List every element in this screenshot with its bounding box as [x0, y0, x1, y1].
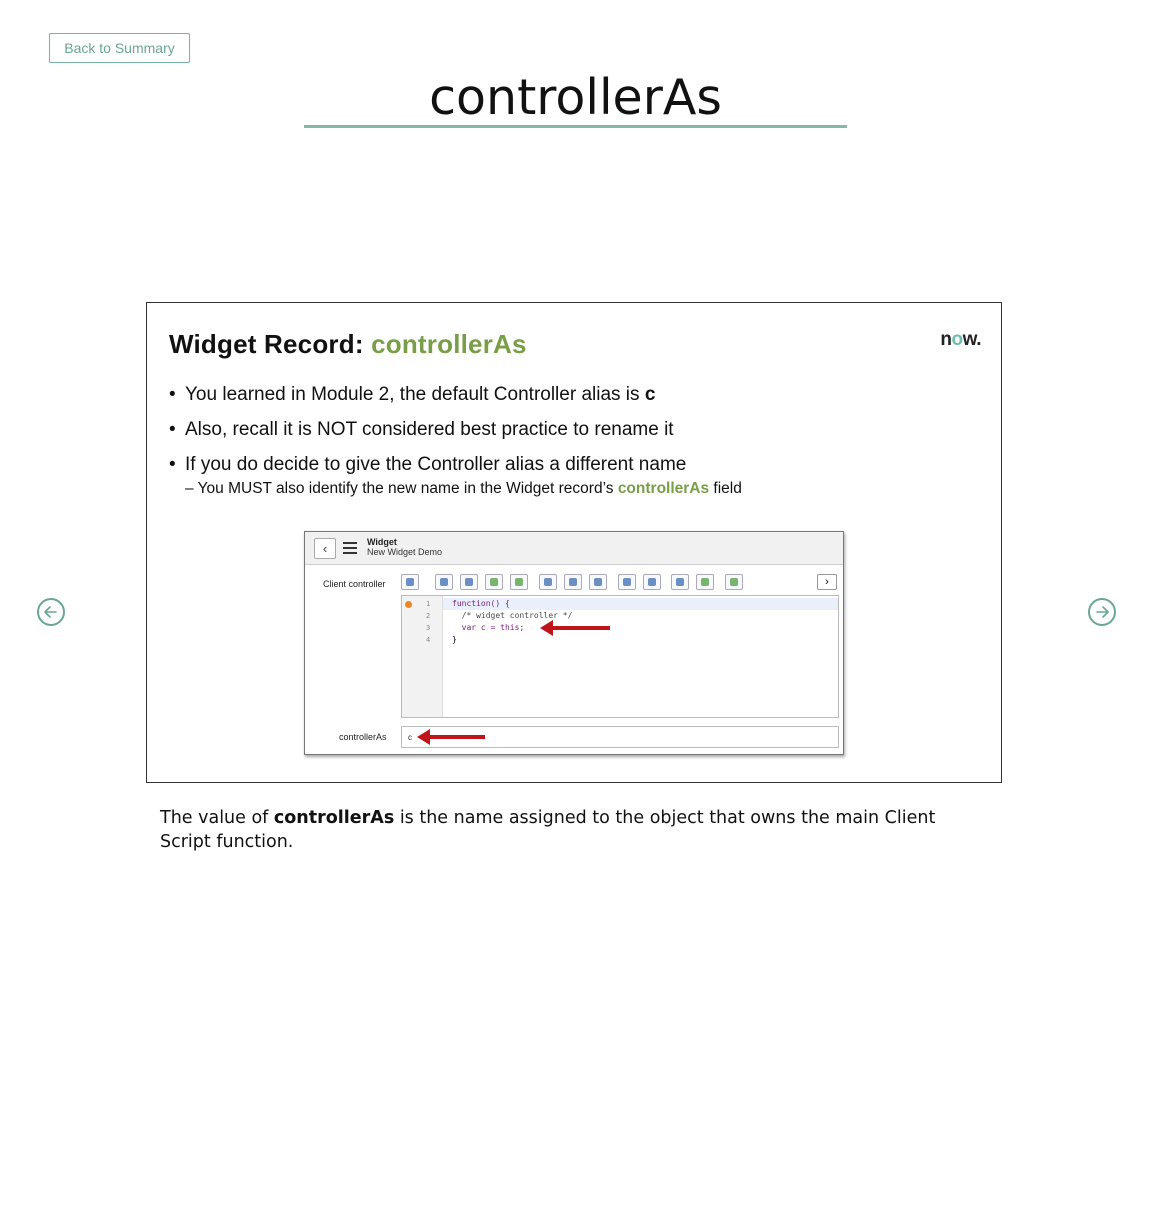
code-line: var c = this; — [452, 623, 525, 632]
arrow-left-circle-icon — [44, 606, 57, 618]
bullet-item: You learned in Module 2, the default Con… — [169, 383, 969, 407]
record-type: Widget — [367, 537, 397, 547]
slide-image: Widget Record: controllerAs now. You lea… — [146, 302, 1002, 783]
screenshot-header: ‹ Widget New Widget Demo — [305, 532, 843, 565]
code-line: /* widget controller */ — [452, 611, 573, 620]
globe-icon — [643, 574, 661, 590]
page-title: controllerAs — [429, 69, 722, 126]
script-add-icon — [696, 574, 714, 590]
chevron-left-icon: ‹ — [314, 538, 336, 559]
bullet-item: If you do decide to give the Controller … — [169, 453, 969, 477]
client-controller-label: Client controller — [323, 579, 386, 589]
code-line: function() { — [452, 599, 510, 608]
replace-all-icon — [510, 574, 528, 590]
chevron-up-icon — [589, 574, 607, 590]
back-to-summary-button[interactable]: Back to Summary — [49, 33, 190, 63]
widget-editor-screenshot: ‹ Widget New Widget Demo Client controll… — [304, 531, 844, 755]
bullet-list: You learned in Module 2, the default Con… — [169, 383, 969, 499]
bullet-item: Also, recall it is NOT considered best p… — [169, 418, 969, 442]
now-logo: now. — [940, 329, 981, 350]
chevron-down-icon — [564, 574, 582, 590]
save-icon — [671, 574, 689, 590]
replace-icon — [485, 574, 503, 590]
slide-heading: Widget Record: controllerAs — [169, 329, 527, 360]
expand-icon — [618, 574, 636, 590]
settings-gear-icon — [725, 574, 743, 590]
red-arrow-icon — [540, 620, 610, 636]
red-arrow-icon — [417, 729, 485, 745]
slide-heading-accent: controllerAs — [371, 329, 527, 359]
arrow-right-circle-icon — [1096, 606, 1109, 618]
slide-heading-prefix: Widget Record: — [169, 329, 372, 359]
slide-caption: The value of controllerAs is the name as… — [160, 808, 936, 852]
comment-icon — [435, 574, 453, 590]
code-line: } — [452, 635, 457, 644]
format-icon — [401, 574, 419, 590]
controller-as-label: controllerAs — [339, 732, 387, 742]
search-icon — [539, 574, 557, 590]
sub-bullet-item: – You MUST also identify the new name in… — [185, 480, 742, 497]
warning-icon — [405, 601, 412, 608]
hamburger-menu-icon — [343, 542, 357, 557]
record-name: New Widget Demo — [367, 547, 443, 557]
align-icon — [460, 574, 478, 590]
previous-slide-button[interactable] — [37, 598, 65, 626]
title-underline — [304, 125, 847, 128]
chevron-right-icon: › — [817, 574, 837, 590]
next-slide-button[interactable] — [1088, 598, 1116, 626]
code-editor: 1 2 3 4 function() { /* widget controlle… — [401, 595, 839, 718]
